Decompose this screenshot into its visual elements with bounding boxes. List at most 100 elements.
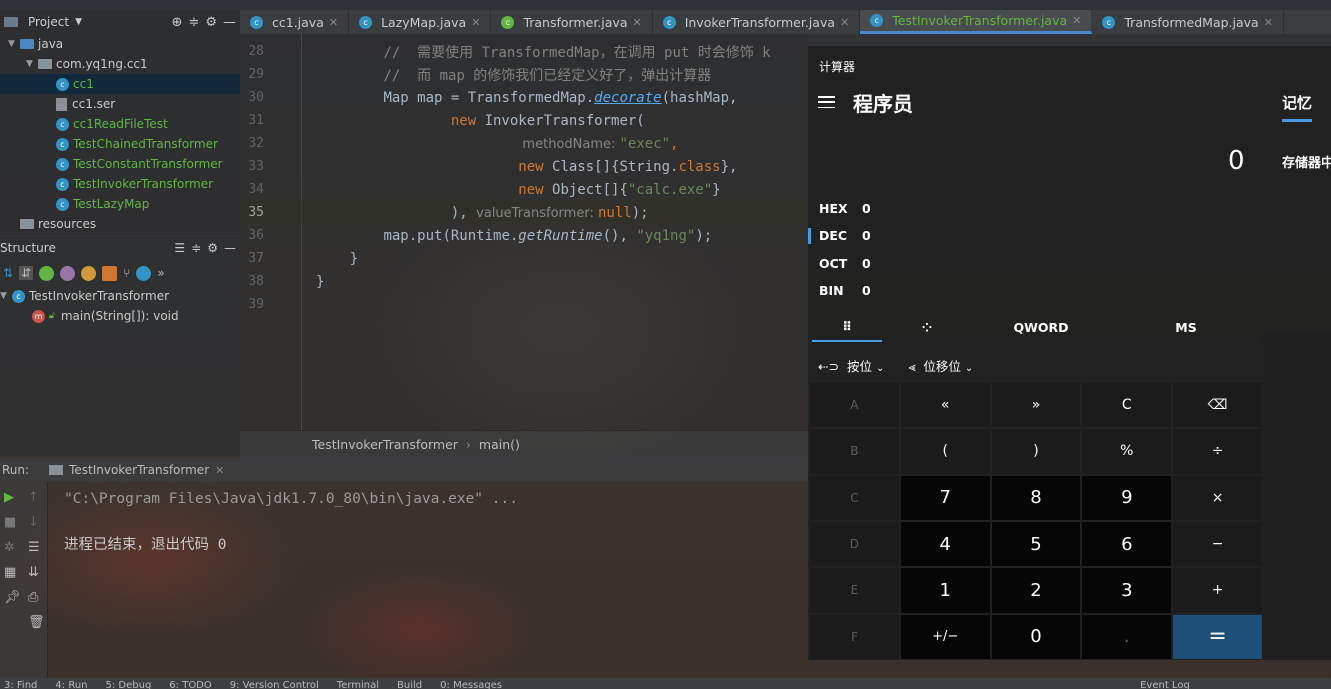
code-line[interactable]: 31 new InvokerTransformer(: [240, 109, 644, 132]
project-tree-item[interactable]: ▼ java: [0, 34, 240, 54]
right-shift-button[interactable]: »: [991, 383, 1081, 428]
hex-b-button[interactable]: B: [810, 429, 899, 474]
editor-tab[interactable]: c cc1.java ✕: [240, 10, 350, 34]
equals-button[interactable]: =: [1173, 614, 1262, 659]
sort-visibility-icon[interactable]: ⇵: [19, 266, 34, 280]
project-tree-item[interactable]: c cc1ReadFileTest: [0, 114, 240, 134]
project-tree-item[interactable]: ▼ com.yq1ng.cc1: [0, 54, 240, 74]
clear-button[interactable]: C: [1082, 383, 1172, 428]
gear-icon[interactable]: ⚙: [205, 15, 217, 30]
digit-4-button[interactable]: 4: [900, 521, 990, 567]
locate-icon[interactable]: ⊕: [172, 15, 183, 30]
status-bar-item[interactable]: Terminal: [337, 678, 379, 689]
code-line[interactable]: 28 // 需要使用 TransformedMap，在调用 put 时会修饰 k: [240, 40, 770, 63]
editor-tab[interactable]: c TransformedMap.java ✕: [1092, 10, 1284, 34]
chevron-down-icon[interactable]: ▼: [26, 59, 38, 69]
project-tree-item[interactable]: c TestChainedTransformer: [0, 134, 240, 154]
close-icon[interactable]: ✕: [632, 16, 641, 29]
status-bar-item[interactable]: 6: TODO: [169, 678, 211, 689]
show-non-public-icon[interactable]: [102, 265, 118, 281]
modulo-button[interactable]: %: [1082, 429, 1172, 474]
status-bar-item[interactable]: 0: Messages: [440, 678, 502, 689]
decimal-button[interactable]: .: [1082, 614, 1172, 659]
memory-tab[interactable]: 记忆: [1282, 92, 1313, 122]
hierarchy-icon[interactable]: ⑂: [123, 266, 130, 280]
gear-icon[interactable]: ⚙: [207, 241, 218, 255]
digit-0-button[interactable]: 0: [991, 614, 1081, 659]
code-line[interactable]: 39: [240, 293, 316, 316]
negate-button[interactable]: +/−: [900, 614, 990, 659]
autoscroll-icon[interactable]: [136, 265, 152, 281]
digit-6-button[interactable]: 6: [1082, 521, 1172, 567]
chevron-down-icon[interactable]: ▼: [0, 291, 12, 301]
print-icon[interactable]: ⎙: [28, 590, 45, 605]
digit-1-button[interactable]: 1: [900, 568, 990, 613]
code-line[interactable]: 30 Map map = TransformedMap.decorate(has…: [240, 86, 737, 109]
project-tree-item[interactable]: c TestConstantTransformer: [0, 154, 240, 174]
digit-7-button[interactable]: 7: [900, 475, 990, 520]
status-bar-item[interactable]: 4: Run: [55, 678, 87, 689]
project-tree-item[interactable]: c cc1: [0, 74, 240, 94]
chevron-down-icon[interactable]: ▼: [75, 17, 82, 27]
run-tab[interactable]: TestInvokerTransformer ✕: [49, 463, 224, 477]
sort-alpha-icon[interactable]: ⇅: [3, 266, 13, 280]
code-line[interactable]: 29 // 而 map 的修饰我们已经定义好了，弹出计算器: [240, 63, 711, 86]
radix-hex[interactable]: HEX 0: [819, 195, 871, 221]
breadcrumb-class[interactable]: TestInvokerTransformer: [312, 437, 458, 452]
status-bar-item[interactable]: 5: Debug: [106, 678, 152, 689]
show-fields-icon[interactable]: [39, 265, 55, 281]
status-bar-item[interactable]: 9: Version Control: [230, 678, 319, 689]
open-paren-button[interactable]: (: [900, 429, 990, 474]
up-arrow-icon[interactable]: ↑: [28, 490, 45, 505]
close-icon[interactable]: ✕: [1264, 16, 1273, 29]
code-line[interactable]: 32 methodName: "exec",: [240, 132, 678, 155]
breadcrumb-method[interactable]: main(): [479, 437, 520, 452]
status-bar-item[interactable]: 3: Find: [4, 678, 37, 689]
trash-icon[interactable]: 🗑︎: [28, 615, 45, 630]
hex-a-button[interactable]: A: [810, 383, 899, 428]
close-icon[interactable]: ✕: [215, 464, 224, 477]
close-paren-button[interactable]: ): [991, 429, 1081, 474]
subtract-button[interactable]: −: [1173, 521, 1262, 567]
collapse-all-icon[interactable]: ≑: [188, 15, 199, 30]
more-icon[interactable]: »: [157, 266, 164, 280]
hide-icon[interactable]: —: [223, 15, 236, 30]
status-bar-item[interactable]: Event Log: [1140, 678, 1190, 689]
radix-dec[interactable]: DEC 0: [819, 223, 871, 249]
add-button[interactable]: +: [1173, 568, 1262, 613]
code-line[interactable]: 34 new Object[]{"calc.exe"}: [240, 178, 720, 201]
menu-icon[interactable]: [818, 96, 835, 108]
wrap-icon[interactable]: ☰: [28, 540, 45, 555]
code-line[interactable]: 35 ), valueTransformer: null);: [240, 201, 808, 224]
down-arrow-icon[interactable]: ↓: [28, 515, 45, 530]
multiply-button[interactable]: ×: [1173, 475, 1262, 520]
code-line[interactable]: 38}: [240, 270, 324, 293]
digit-3-button[interactable]: 3: [1082, 568, 1172, 613]
digit-9-button[interactable]: 9: [1082, 475, 1172, 520]
word-size-button[interactable]: QWORD: [972, 312, 1110, 342]
close-icon[interactable]: ✕: [329, 16, 338, 29]
radix-bin[interactable]: BIN 0: [819, 278, 871, 304]
project-tree-item[interactable]: resources: [0, 214, 240, 234]
show-methods-icon[interactable]: [81, 265, 97, 281]
hide-icon[interactable]: —: [224, 241, 236, 255]
close-icon[interactable]: ✕: [471, 16, 480, 29]
bitshift-dropdown[interactable]: ⪡ 位移位 ⌄: [908, 356, 973, 375]
project-tree-item[interactable]: cc1.ser: [0, 94, 240, 114]
scroll-end-icon[interactable]: ⇊: [28, 565, 45, 580]
code-line[interactable]: 36 map.put(Runtime.getRuntime(), "yq1ng"…: [240, 224, 712, 247]
hex-d-button[interactable]: D: [810, 521, 899, 567]
bitwise-dropdown[interactable]: ⇠⊃ 按位 ⌄: [818, 356, 884, 375]
status-bar-item[interactable]: Build: [397, 678, 422, 689]
editor-tab[interactable]: c InvokerTransformer.java ✕: [653, 10, 861, 34]
code-line[interactable]: 37 }: [240, 247, 358, 270]
left-shift-button[interactable]: «: [900, 383, 990, 428]
editor-tab[interactable]: c LazyMap.java ✕: [349, 10, 492, 34]
digit-2-button[interactable]: 2: [991, 568, 1081, 613]
close-icon[interactable]: ✕: [1072, 14, 1081, 27]
structure-method-row[interactable]: m 🔓︎ main(String[]): void: [0, 306, 240, 326]
bit-toggling-keypad-icon[interactable]: ⁘: [882, 312, 972, 342]
project-tree-item[interactable]: c TestLazyMap: [0, 194, 240, 214]
code-editor[interactable]: 28 // 需要使用 TransformedMap，在调用 put 时会修饰 k…: [240, 34, 808, 430]
collapse-icon[interactable]: ≑: [191, 241, 201, 255]
